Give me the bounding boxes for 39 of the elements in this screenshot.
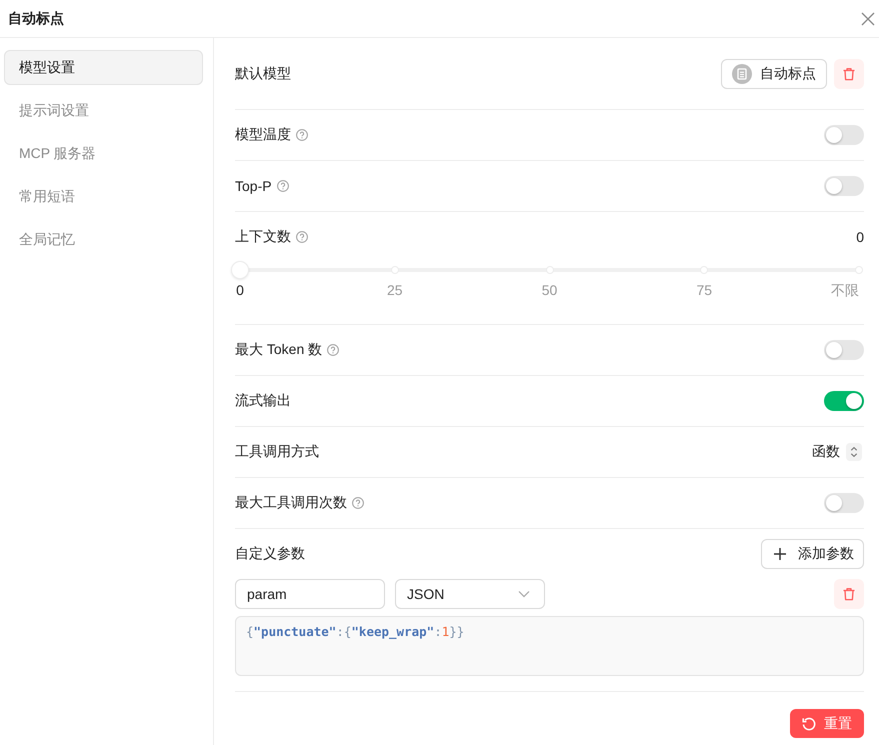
toggle-switch[interactable] [824, 125, 864, 145]
slider-mark-label: 0 [236, 281, 244, 300]
document-icon [732, 64, 752, 84]
model-select-button[interactable]: 自动标点 [721, 58, 827, 88]
setting-label: 自定义参数 [235, 545, 305, 563]
code-editor[interactable]: {"punctuate":{"keep_wrap":1}} [235, 616, 864, 676]
param-name-input[interactable]: param [235, 579, 385, 609]
setting-label: 工具调用方式 [235, 443, 319, 461]
add-param-button[interactable]: 添加参数 [761, 539, 864, 569]
close-button[interactable] [861, 12, 875, 26]
setting-label: Top-P [235, 178, 272, 194]
slider-mark-label: 25 [386, 281, 403, 300]
slider-mark-label: 75 [696, 281, 712, 300]
trash-icon [842, 587, 856, 601]
toggle-switch[interactable] [824, 391, 864, 411]
chevron-up-down-icon [846, 443, 862, 461]
setting-label: 默认模型 [235, 64, 291, 82]
close-icon [861, 12, 875, 26]
setting-label: 最大工具调用次数 [235, 494, 347, 512]
delete-button[interactable] [834, 579, 864, 609]
toggle-switch[interactable] [824, 176, 864, 196]
setting-label: 流式输出 [235, 392, 291, 410]
param-type-select[interactable]: JSON [395, 579, 545, 609]
toggle-switch[interactable] [824, 340, 864, 360]
trash-icon [842, 66, 856, 80]
delete-button[interactable] [834, 58, 864, 88]
setting-label: 上下文数 [235, 228, 291, 246]
slider-mark-label: 不限 [831, 281, 859, 300]
slider-mark-label: 50 [542, 281, 558, 300]
plus-icon [773, 547, 787, 561]
slider-value: 0 [856, 229, 864, 245]
tool-call-select[interactable]: 函数 [812, 443, 862, 461]
sidebar-item[interactable]: 模型设置 [4, 50, 203, 85]
chevron-down-icon [518, 590, 530, 598]
dialog-title: 自动标点 [8, 10, 64, 28]
setting-label: 最大 Token 数 [235, 341, 322, 359]
reset-icon [802, 716, 816, 730]
toggle-switch[interactable] [824, 493, 864, 513]
setting-label: 模型温度 [235, 126, 291, 144]
